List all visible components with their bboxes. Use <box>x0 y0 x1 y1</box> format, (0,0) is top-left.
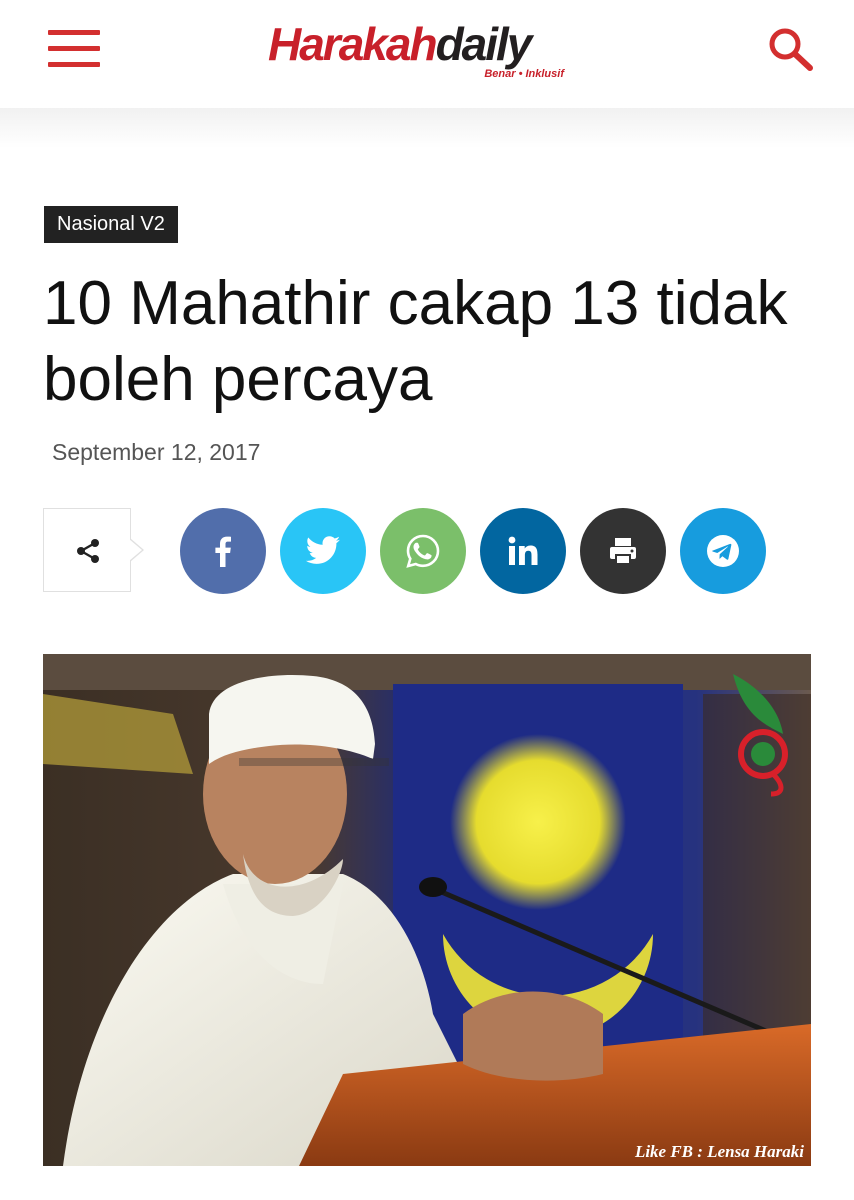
search-icon[interactable] <box>766 26 816 72</box>
telegram-share-button[interactable] <box>680 508 766 594</box>
menu-bar <box>48 46 100 51</box>
logo-wordmark: Harakahdaily <box>268 16 533 72</box>
whatsapp-share-button[interactable] <box>380 508 466 594</box>
facebook-share-button[interactable] <box>180 508 266 594</box>
print-share-button[interactable] <box>580 508 666 594</box>
featured-image-art: Like FB : Lensa Haraki <box>43 654 811 1166</box>
share-pointer-inner <box>129 539 142 561</box>
logo-tagline: Benar • Inklusif <box>484 68 564 80</box>
site-logo[interactable]: Harakahdaily Benar • Inklusif <box>268 16 588 82</box>
linkedin-icon <box>508 536 538 565</box>
header-shadow <box>0 108 854 148</box>
article-date: September 12, 2017 <box>52 439 261 465</box>
category-tag[interactable]: Nasional V2 <box>44 206 178 243</box>
featured-image[interactable]: Like FB : Lensa Haraki <box>43 654 811 1166</box>
telegram-icon <box>707 535 739 567</box>
share-icon <box>77 539 99 563</box>
menu-icon[interactable] <box>48 30 100 68</box>
linkedin-share-button[interactable] <box>480 508 566 594</box>
print-icon <box>610 538 636 564</box>
logo-part-daily: daily <box>435 18 533 70</box>
twitter-share-button[interactable] <box>280 508 366 594</box>
site-header: Harakahdaily Benar • Inklusif <box>0 0 854 108</box>
article-title: 10 Mahathir cakap 13 tidak boleh percaya <box>43 269 788 414</box>
twitter-icon <box>305 536 340 564</box>
menu-bar <box>48 30 100 35</box>
menu-bar <box>48 62 100 67</box>
image-caption: Like FB : Lensa Haraki <box>634 1142 804 1161</box>
whatsapp-icon <box>406 534 440 568</box>
facebook-icon <box>215 536 231 567</box>
logo-part-harakah: Harakah <box>268 18 438 70</box>
share-button[interactable] <box>43 508 144 592</box>
